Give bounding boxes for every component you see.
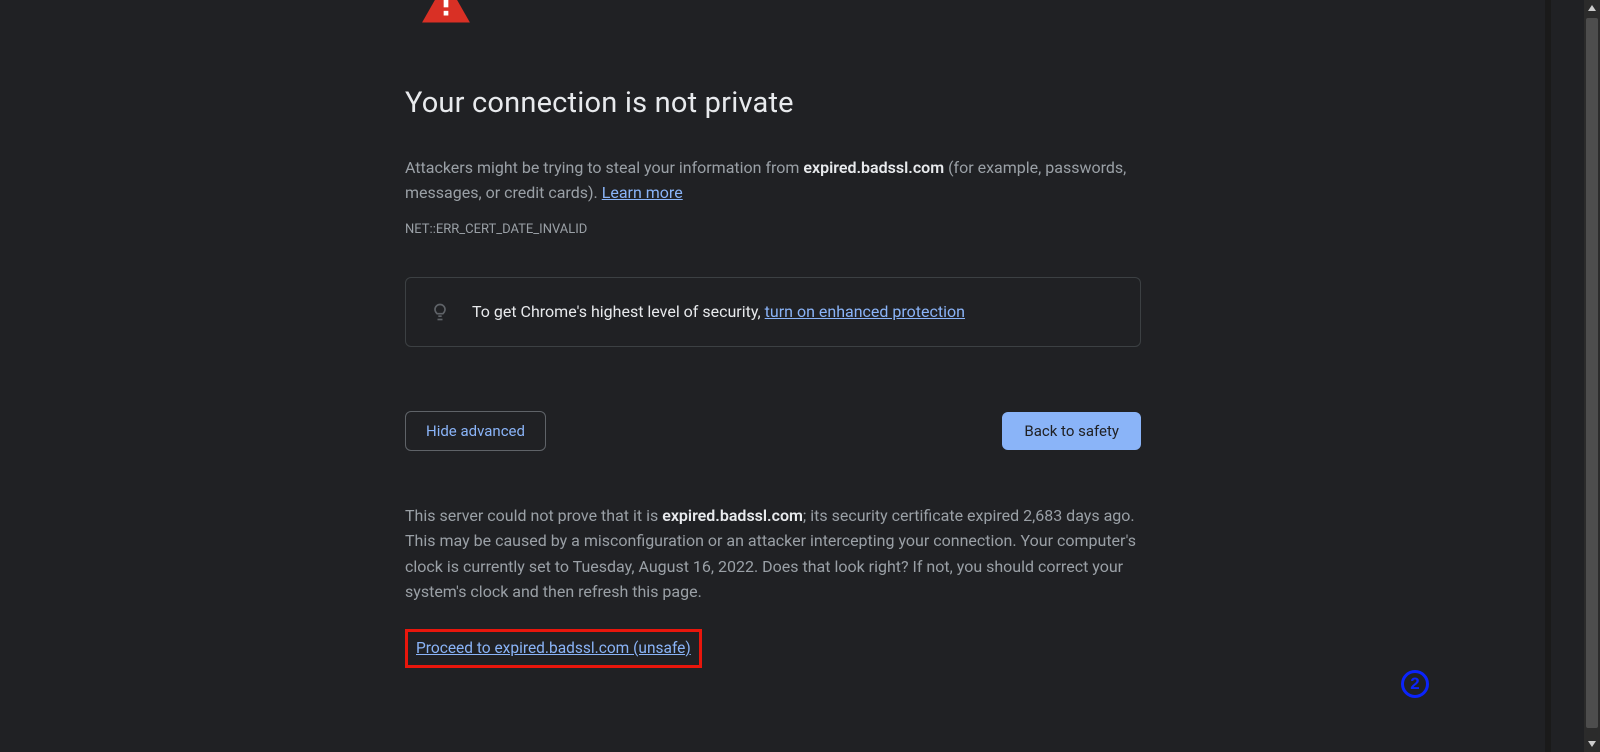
interstitial-content: Your connection is not private Attackers… xyxy=(405,0,1141,668)
advanced-hostname: expired.badssl.com xyxy=(662,506,803,525)
scroll-down-arrow-icon[interactable] xyxy=(1584,736,1600,752)
page-title: Your connection is not private xyxy=(405,86,1141,120)
tip-prefix: To get Chrome's highest level of securit… xyxy=(472,302,765,321)
ssl-warning-page: Your connection is not private Attackers… xyxy=(0,0,1545,752)
warning-triangle-icon xyxy=(405,0,485,38)
body-prefix: Attackers might be trying to steal your … xyxy=(405,158,803,177)
lightbulb-icon xyxy=(430,300,450,324)
error-code: NET::ERR_CERT_DATE_INVALID xyxy=(405,222,1141,237)
scrollbar-thumb[interactable] xyxy=(1586,18,1598,728)
inner-scrollbar-track[interactable] xyxy=(1545,0,1551,752)
scroll-up-arrow-icon[interactable] xyxy=(1584,0,1600,16)
advanced-prefix: This server could not prove that it is xyxy=(405,506,662,525)
annotation-badge-2: 2 xyxy=(1401,670,1429,698)
hostname: expired.badssl.com xyxy=(803,158,944,177)
buttons-row: Hide advanced Back to safety xyxy=(405,411,1141,451)
tip-text: To get Chrome's highest level of securit… xyxy=(472,302,965,321)
hide-advanced-button[interactable]: Hide advanced xyxy=(405,411,546,451)
warning-body: Attackers might be trying to steal your … xyxy=(405,156,1141,206)
back-to-safety-button[interactable]: Back to safety xyxy=(1002,412,1141,450)
enhanced-protection-tip: To get Chrome's highest level of securit… xyxy=(405,277,1141,347)
scrollbar-track[interactable] xyxy=(1584,0,1600,752)
proceed-unsafe-link[interactable]: Proceed to expired.badssl.com (unsafe) xyxy=(416,639,691,657)
enhanced-protection-link[interactable]: turn on enhanced protection xyxy=(765,302,965,321)
learn-more-link[interactable]: Learn more xyxy=(602,183,683,202)
proceed-highlight-box: Proceed to expired.badssl.com (unsafe) xyxy=(405,629,702,668)
advanced-details: This server could not prove that it is e… xyxy=(405,503,1141,605)
